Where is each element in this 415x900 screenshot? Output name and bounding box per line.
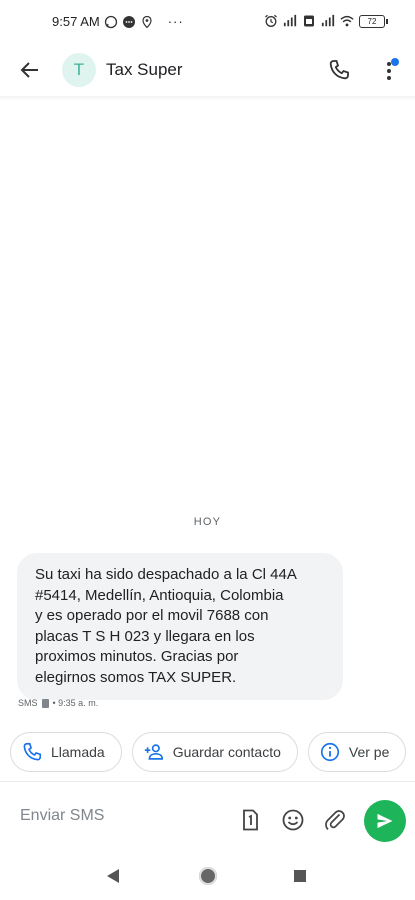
chip-label: Guardar contacto [172,744,281,760]
more-notifications-icon: ··· [167,14,184,29]
sim-card-icon [41,698,49,708]
more-options-button[interactable] [377,56,401,84]
sms-input[interactable] [18,806,222,826]
sim-card-icon [304,15,314,27]
message-bubble[interactable]: Su taxi ha sido despachado a la Cl 44A #… [17,553,343,700]
send-icon [377,813,393,829]
sim-select-icon[interactable] [238,808,262,832]
alarm-icon [265,14,277,27]
battery-level: 72 [367,16,377,26]
wifi-icon [340,15,354,27]
phone-icon [23,742,42,761]
status-bar: 9:57 AM ··· 72 [0,0,415,44]
chip-view-more[interactable]: Ver pe [307,732,407,772]
battery-icon: 72 [359,14,388,28]
status-time: 9:57 AM [52,14,100,29]
menu-dot [387,76,391,80]
header-divider [0,96,415,100]
chip-label: Llamada [51,744,105,760]
nav-recents-button[interactable] [294,870,306,882]
status-right: 72 [264,14,388,28]
signal-2-icon [321,14,335,27]
date-separator: HOY [193,516,222,528]
status-left: 9:57 AM ··· [52,14,184,29]
suggestion-chips: Llamada Guardar contacto Ver pe [10,732,407,772]
signal-icon [283,14,297,27]
attach-icon[interactable] [323,808,347,832]
nav-home-button[interactable] [199,867,217,885]
phone-icon[interactable] [327,58,351,82]
notification-dot [391,58,399,66]
send-button[interactable] [364,800,406,842]
conversation-header: T Tax Super [0,44,415,96]
info-icon [320,742,339,762]
back-arrow-icon[interactable] [18,58,42,82]
message-time: • 9:35 a. m. [52,698,99,708]
chip-label: Ver pe [348,744,390,760]
contact-avatar[interactable]: T [62,53,96,87]
system-nav-bar [0,850,415,900]
nav-back-button[interactable] [107,869,119,883]
composer-divider [0,781,415,782]
emoji-icon[interactable] [281,808,305,832]
message-channel: SMS [18,698,38,708]
chip-save-contact[interactable]: Guardar contacto [131,732,298,772]
menu-dot [387,69,391,73]
chip-call[interactable]: Llamada [10,732,122,772]
message-meta: SMS • 9:35 a. m. [18,698,98,708]
add-person-icon [144,744,163,760]
location-icon [142,15,152,28]
chat-bubble-icon [122,15,135,28]
contact-name[interactable]: Tax Super [106,60,183,80]
whatsapp-icon [104,15,117,28]
